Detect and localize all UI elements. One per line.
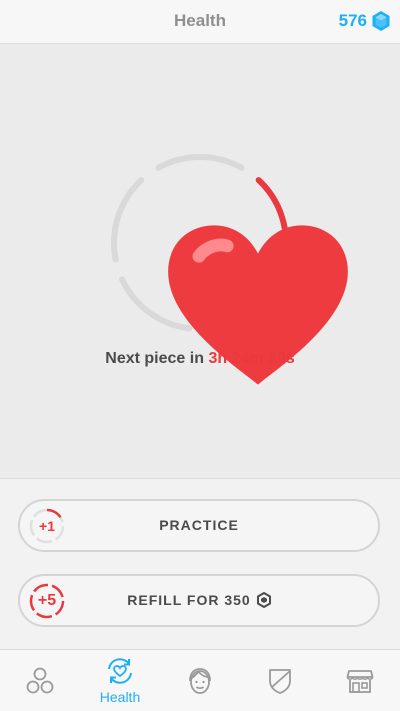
- practice-label: PRACTICE: [159, 517, 239, 533]
- blue-gem-icon: [372, 11, 390, 31]
- refill-label-row: REFILL FOR 350: [20, 592, 378, 608]
- health-main: Next piece in 3h 24m 20s: [0, 44, 400, 478]
- refill-button[interactable]: +5 REFILL FOR 350: [18, 574, 380, 627]
- next-piece-timer: Next piece in 3h 24m 20s: [0, 350, 400, 368]
- health-screen: Health 576 Next piece in 3h 24m 20s +1 P…: [0, 0, 400, 711]
- bottom-nav: Health: [0, 649, 400, 711]
- nav-health-label: Health: [99, 689, 141, 705]
- nav-shop[interactable]: [320, 650, 400, 711]
- heart-refresh-icon: [108, 658, 132, 684]
- lingot-icon: [256, 592, 271, 608]
- health-ring: [105, 148, 348, 385]
- store-icon: [346, 670, 374, 693]
- heart-icon: [168, 225, 348, 385]
- action-panel: +1 PRACTICE +5 REFILL FOR 350: [0, 478, 400, 650]
- shield-icon: [269, 669, 291, 694]
- face-icon: [189, 668, 211, 694]
- ring-segment-empty: [155, 154, 245, 171]
- next-piece-time: 3h 24m 20s: [208, 350, 295, 367]
- nav-leagues[interactable]: [240, 650, 320, 711]
- practice-button[interactable]: +1 PRACTICE: [18, 499, 380, 552]
- next-piece-label: Next piece in: [105, 350, 204, 367]
- gem-count: 576: [338, 11, 367, 30]
- circles-icon: [26, 667, 54, 694]
- ring-segment-empty: [111, 177, 145, 263]
- gem-counter[interactable]: 576: [339, 11, 390, 31]
- nav-profile[interactable]: [160, 650, 240, 711]
- nav-learn[interactable]: [0, 650, 80, 711]
- nav-health[interactable]: Health: [80, 650, 160, 711]
- refill-label: REFILL FOR 350: [127, 592, 251, 608]
- top-bar: Health 576: [0, 0, 400, 44]
